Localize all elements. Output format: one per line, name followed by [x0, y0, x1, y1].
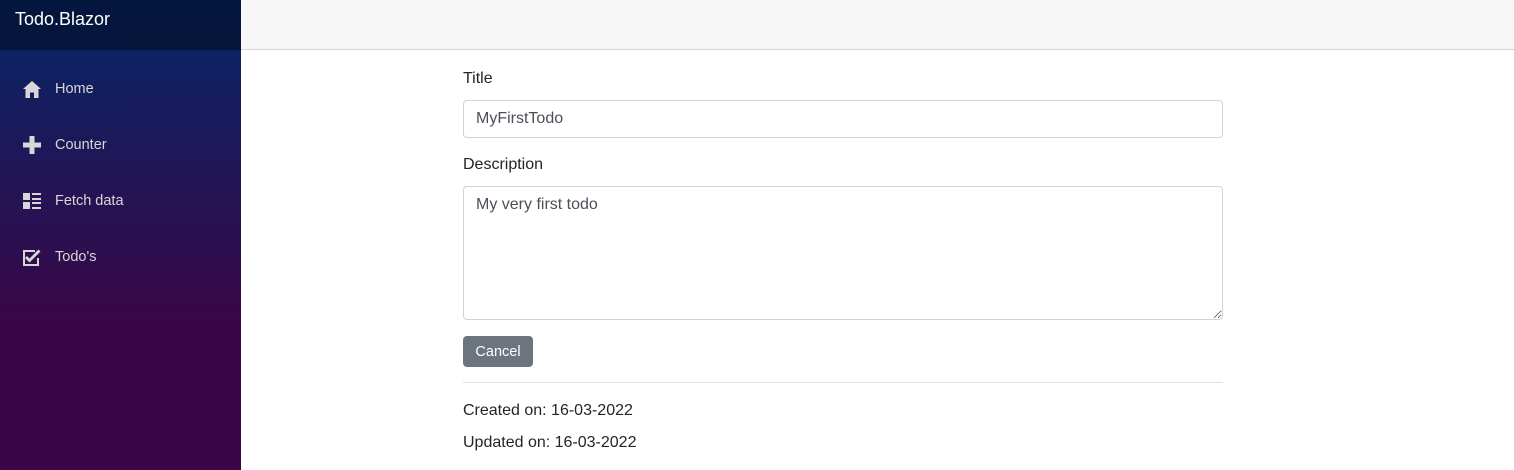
sidebar-item-label: Fetch data — [55, 193, 124, 209]
brand-bar: Todo.Blazor — [0, 0, 241, 50]
task-check-icon — [22, 247, 42, 267]
list-rich-icon — [22, 191, 42, 211]
sidebar-item-label: Counter — [55, 137, 107, 153]
updated-on-text: Updated on: 16-03-2022 — [463, 434, 637, 451]
sidebar-item-label: Todo's — [55, 249, 97, 265]
title-input[interactable] — [463, 100, 1223, 138]
divider — [463, 382, 1223, 383]
brand-link[interactable]: Todo.Blazor — [15, 9, 110, 30]
sidebar-item-fetch-data[interactable]: Fetch data — [22, 191, 124, 211]
sidebar-item-todos[interactable]: Todo's — [22, 247, 96, 267]
sidebar: Todo.Blazor Home Counter Fetch data Todo… — [0, 0, 241, 470]
sidebar-item-home[interactable]: Home — [22, 79, 94, 99]
cancel-button[interactable]: Cancel — [463, 336, 533, 367]
plus-icon — [22, 135, 42, 155]
sidebar-item-counter[interactable]: Counter — [22, 135, 107, 155]
description-textarea[interactable]: My very first todo — [463, 186, 1223, 320]
description-label: Description — [463, 156, 544, 173]
title-label: Title — [463, 70, 493, 87]
created-on-text: Created on: 16-03-2022 — [463, 402, 633, 419]
home-icon — [22, 79, 42, 99]
top-row — [241, 0, 1514, 50]
sidebar-item-label: Home — [55, 81, 94, 97]
